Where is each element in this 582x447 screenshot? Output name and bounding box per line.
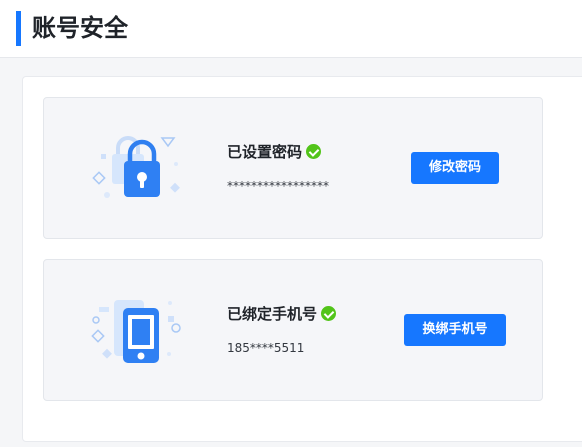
change-password-button[interactable]: 修改密码 [411, 152, 499, 184]
lock-icon [90, 128, 190, 208]
page-title: 账号安全 [32, 14, 128, 42]
page-header: 账号安全 [0, 0, 582, 58]
password-card: 已设置密码 ***************** 修改密码 [43, 97, 543, 239]
password-status-title: 已设置密码 [227, 142, 322, 162]
phone-icon [90, 290, 190, 370]
phone-masked-value: 185****5511 [227, 341, 305, 355]
change-phone-button[interactable]: 换绑手机号 [404, 314, 506, 346]
check-icon [306, 144, 322, 159]
phone-card: 已绑定手机号 185****5511 换绑手机号 [43, 259, 543, 401]
phone-status-label: 已绑定手机号 [227, 305, 318, 323]
check-icon [321, 306, 337, 321]
phone-status-title: 已绑定手机号 [227, 304, 337, 324]
password-status-label: 已设置密码 [227, 143, 303, 161]
password-masked-value: ***************** [227, 179, 329, 193]
title-accent-bar [16, 11, 21, 46]
